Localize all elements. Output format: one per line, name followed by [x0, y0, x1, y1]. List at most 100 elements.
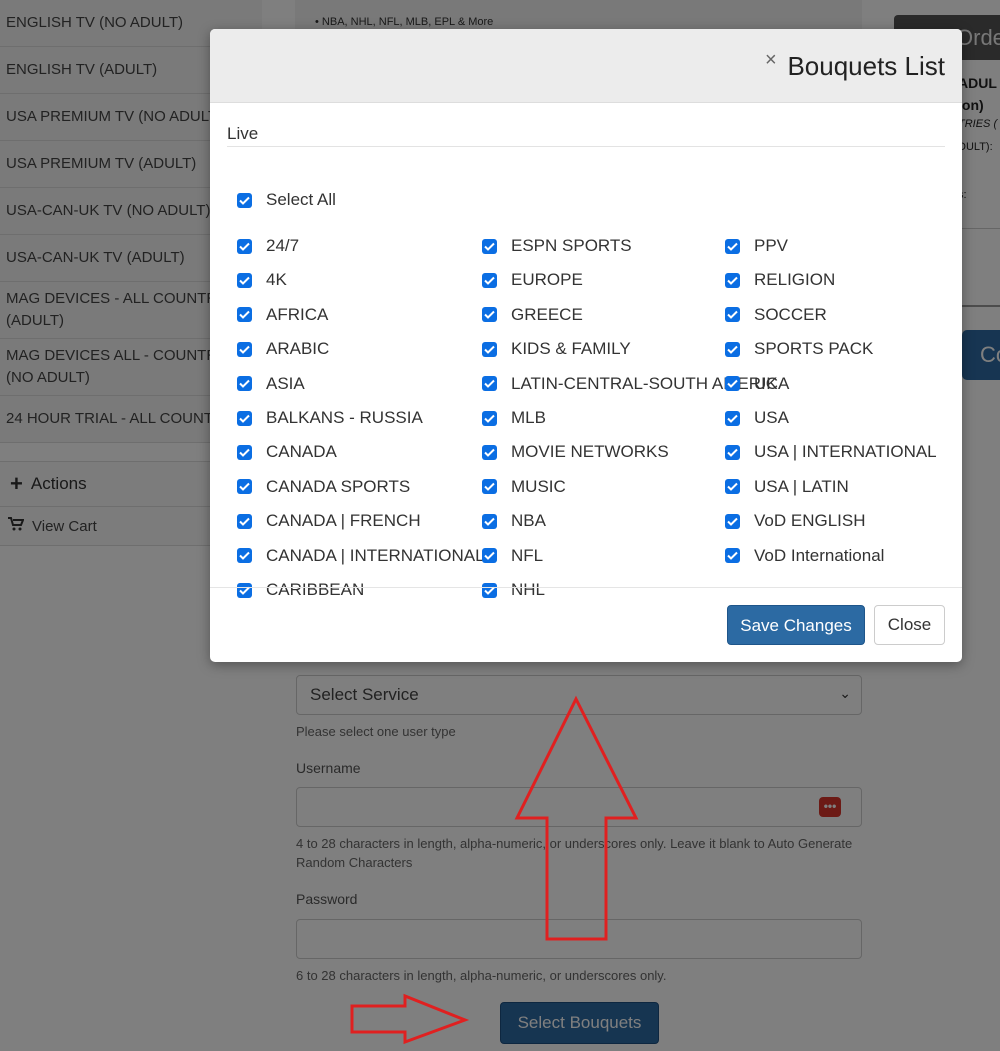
modal-footer: Save Changes Close: [210, 587, 962, 662]
close-button[interactable]: Close: [874, 605, 945, 645]
checkbox-label: CANADA: [266, 442, 337, 462]
bouquet-checkbox[interactable]: NBA: [482, 511, 546, 531]
checkbox-checked-icon[interactable]: [725, 307, 740, 323]
checkbox-checked-icon[interactable]: [482, 479, 497, 495]
bouquet-checkbox[interactable]: SPORTS PACK: [725, 339, 873, 359]
bouquet-checkbox[interactable]: MUSIC: [482, 477, 566, 497]
bouquets-modal: × Bouquets List Live Select All 24/7 4K AF…: [210, 29, 962, 662]
group-label: Live: [227, 124, 259, 143]
bouquet-checkbox[interactable]: CANADA SPORTS: [237, 477, 410, 497]
checkbox-label: AFRICA: [266, 304, 329, 324]
bouquet-checkbox[interactable]: USA | INTERNATIONAL: [725, 442, 937, 462]
bouquet-checkbox[interactable]: CANADA: [237, 442, 337, 462]
modal-header: × Bouquets List: [210, 29, 962, 103]
bouquet-checkbox[interactable]: ESPN SPORTS: [482, 236, 632, 256]
bouquet-checkbox[interactable]: PPV: [725, 236, 788, 256]
checkbox-checked-icon[interactable]: [482, 513, 497, 529]
modal-title: Bouquets List: [787, 51, 945, 81]
checkbox-label: MOVIE NETWORKS: [511, 442, 669, 462]
checkbox-checked-icon[interactable]: [237, 513, 252, 529]
bouquet-checkbox[interactable]: KIDS & FAMILY: [482, 339, 631, 359]
checkbox-checked-icon[interactable]: [725, 444, 740, 460]
select-all-checkbox[interactable]: Select All: [237, 190, 336, 210]
bouquet-checkbox[interactable]: MLB: [482, 408, 546, 428]
checkbox-checked-icon[interactable]: [482, 307, 497, 323]
checkbox-label: CANADA | FRENCH: [266, 511, 421, 531]
checkbox-label: CANADA SPORTS: [266, 476, 411, 496]
checkbox-checked-icon[interactable]: [237, 479, 252, 495]
divider: [227, 146, 945, 147]
checkbox-checked-icon[interactable]: [725, 272, 740, 288]
checkbox-label: NFL: [511, 545, 544, 565]
bouquet-checkbox[interactable]: GREECE: [482, 305, 583, 325]
checkbox-label: BALKANS - RUSSIA: [266, 408, 423, 427]
checkbox-checked-icon[interactable]: [237, 307, 252, 323]
checkbox-checked-icon[interactable]: [482, 444, 497, 460]
bouquet-checkbox[interactable]: ARABIC: [237, 339, 329, 359]
checkbox-checked-icon[interactable]: [237, 376, 252, 392]
checkbox-checked-icon[interactable]: [237, 192, 252, 208]
checkbox-label: ARABIC: [266, 339, 330, 359]
checkbox-checked-icon[interactable]: [725, 341, 740, 357]
checkbox-checked-icon[interactable]: [482, 272, 497, 288]
bouquet-checkbox[interactable]: USA | LATIN: [725, 477, 849, 497]
bouquet-checkbox[interactable]: CANADA | FRENCH: [237, 511, 421, 531]
checkbox-label: KIDS & FAMILY: [511, 339, 631, 359]
checkbox-label: VoD ENGLISH: [754, 511, 866, 531]
checkbox-label: CANADA | INTERNATIONAL: [266, 545, 485, 565]
bouquet-checkbox[interactable]: ASIA: [237, 374, 305, 394]
checkbox-checked-icon[interactable]: [237, 444, 252, 460]
checkbox-checked-icon[interactable]: [725, 238, 740, 254]
checkbox-label: NBA: [511, 511, 546, 531]
checkbox-checked-icon[interactable]: [482, 376, 497, 392]
checkbox-label: RELIGION: [754, 270, 836, 290]
checkbox-label: VoD International: [754, 545, 885, 565]
bouquet-checkbox[interactable]: CANADA | INTERNATIONAL: [237, 546, 485, 566]
bouquet-checkbox[interactable]: RELIGION: [725, 270, 835, 290]
bouquet-checkbox[interactable]: SOCCER: [725, 305, 827, 325]
bouquet-checkbox[interactable]: NFL: [482, 546, 543, 566]
checkbox-label: ASIA: [266, 373, 305, 393]
checkbox-checked-icon[interactable]: [725, 410, 740, 426]
bouquet-checkbox[interactable]: UK: [725, 374, 778, 394]
modal-body: Live Select All 24/7 4K AFRICA ARABIC ASIA BA…: [227, 102, 945, 599]
checkbox-checked-icon[interactable]: [725, 548, 740, 564]
checkbox-label: 24/7: [266, 236, 300, 255]
checkbox-label: Select All: [266, 190, 336, 209]
checkbox-checked-icon[interactable]: [482, 548, 497, 564]
checkbox-checked-icon[interactable]: [482, 238, 497, 254]
checkbox-label: GREECE: [511, 304, 583, 324]
checkbox-label: USA: [754, 408, 789, 427]
save-changes-button[interactable]: Save Changes: [727, 605, 865, 645]
close-icon[interactable]: ×: [765, 49, 777, 72]
checkbox-checked-icon[interactable]: [237, 410, 252, 426]
checkbox-checked-icon[interactable]: [237, 341, 252, 357]
checkbox-label: USA | LATIN: [754, 476, 849, 496]
bouquet-checkbox[interactable]: VoD International: [725, 546, 884, 566]
checkbox-label: USA | INTERNATIONAL: [754, 442, 937, 462]
checkbox-checked-icon[interactable]: [725, 513, 740, 529]
checkbox-checked-icon[interactable]: [725, 479, 740, 495]
checkbox-checked-icon[interactable]: [237, 272, 252, 288]
checkbox-label: UK: [754, 373, 778, 393]
bouquet-checkbox[interactable]: VoD ENGLISH: [725, 511, 866, 531]
bouquet-checkbox[interactable]: 4K: [237, 270, 287, 290]
bouquet-checkbox[interactable]: MOVIE NETWORKS: [482, 442, 669, 462]
checkbox-label: PPV: [754, 236, 789, 255]
bouquet-checkbox[interactable]: EUROPE: [482, 270, 583, 290]
checkbox-checked-icon[interactable]: [725, 376, 740, 392]
checkbox-checked-icon[interactable]: [237, 548, 252, 564]
checkbox-label: ESPN SPORTS: [511, 236, 632, 255]
checkbox-checked-icon[interactable]: [482, 410, 497, 426]
checkbox-checked-icon[interactable]: [482, 341, 497, 357]
checkbox-label: MLB: [511, 408, 546, 427]
checkbox-label: SOCCER: [754, 304, 827, 324]
checkbox-label: 4K: [266, 270, 287, 290]
bouquet-checkbox[interactable]: BALKANS - RUSSIA: [237, 408, 423, 428]
checkbox-label: MUSIC: [511, 476, 566, 496]
bouquet-checkbox[interactable]: AFRICA: [237, 305, 328, 325]
checkbox-checked-icon[interactable]: [237, 238, 252, 254]
checkbox-label: SPORTS PACK: [754, 339, 874, 359]
bouquet-checkbox[interactable]: USA: [725, 408, 789, 428]
bouquet-checkbox[interactable]: 24/7: [237, 236, 299, 256]
